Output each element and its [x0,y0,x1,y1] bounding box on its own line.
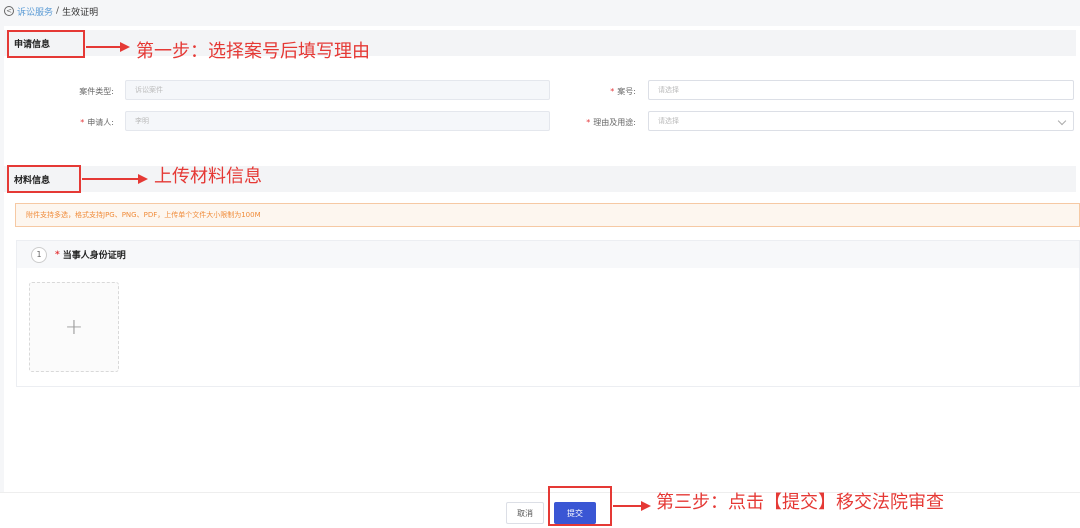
annotation-box-apply-info [7,30,85,58]
breadcrumb-separator: / [56,6,60,16]
case-type-field: 诉讼案件 [125,80,550,100]
upload-plus-button[interactable]: + [29,282,119,372]
material-title: 当事人身份证明 [62,251,126,261]
annotation-box-material-info [7,165,81,193]
reason-select[interactable]: 请选择 [648,111,1074,131]
material-card: 1 * 当事人身份证明 + [16,240,1080,387]
annotation-step2: 上传材料信息 [154,166,262,187]
case-no-label: * 案号: [610,87,636,96]
breadcrumb-parent-link[interactable]: 诉讼服务 [17,5,53,18]
annotation-step3: 第三步：点击【提交】移交法院审查 [656,492,944,513]
annotation-arrow-1 [86,42,130,52]
annotation-arrow-3 [613,501,651,511]
material-required-mark: * [55,249,60,260]
back-circle-icon[interactable]: < [4,6,14,16]
applicant-label: * 申请人: [80,118,114,127]
annotation-box-submit [548,486,612,526]
case-type-label: 案件类型: [79,87,114,96]
applicant-field: 李明 [125,111,550,131]
case-no-select[interactable]: 请选择 [648,80,1074,100]
annotation-step1: 第一步：选择案号后填写理由 [136,41,370,62]
material-card-header: 1 * 当事人身份证明 [17,241,1079,268]
material-index-badge: 1 [31,246,47,263]
breadcrumb-current: 生效证明 [62,7,99,18]
reason-label: * 理由及用途: [586,118,636,127]
chevron-down-icon [1057,116,1067,126]
plus-icon: + [64,314,84,340]
annotation-arrow-2 [82,174,148,184]
upload-notice: 附件支持多选，格式支持JPG、PNG、PDF，上传单个文件大小限制为100M [15,203,1080,227]
breadcrumb: < 诉讼服务 / 生效证明 [0,0,1080,22]
cancel-button[interactable]: 取消 [506,502,544,524]
